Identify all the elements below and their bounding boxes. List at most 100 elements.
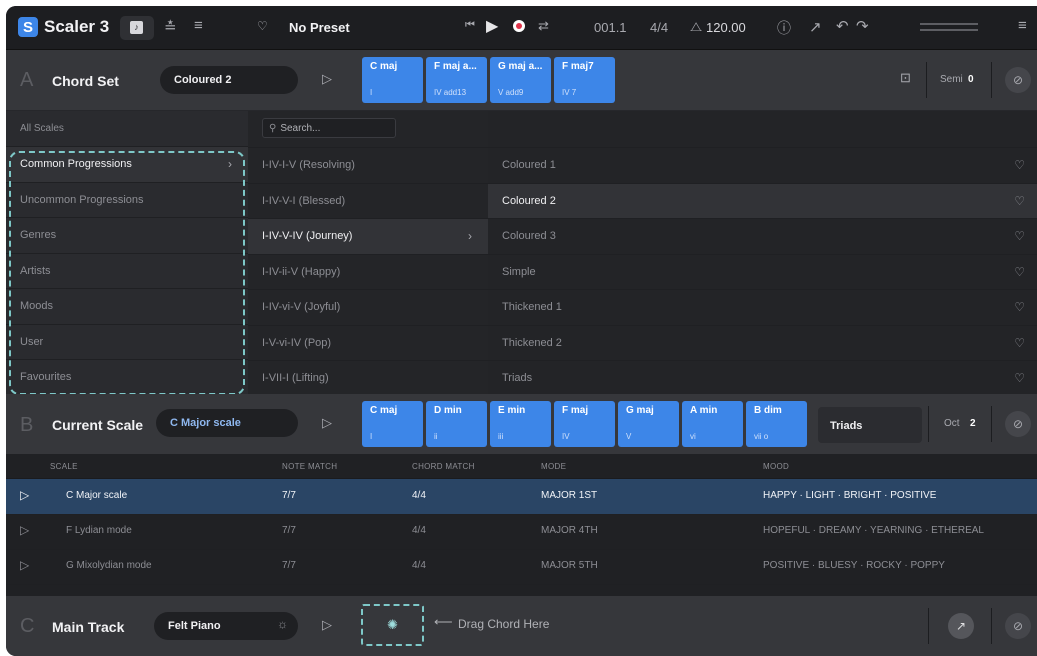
track-play-icon[interactable]: ▷	[322, 617, 332, 633]
instrument-selector[interactable]: Felt Piano ☼	[154, 612, 298, 640]
link-icon[interactable]: ⊘	[1005, 67, 1031, 93]
preset-name[interactable]: No Preset	[289, 20, 350, 35]
record-icon[interactable]	[513, 20, 525, 32]
category-item[interactable]: Common Progressions ›	[6, 147, 248, 183]
favourite-heart-icon[interactable]: ♡	[1014, 194, 1025, 208]
progression-item[interactable]: I-IV-V-I (Blessed)	[248, 184, 488, 219]
main-menu-icon[interactable]: ≡	[1018, 17, 1027, 34]
progression-item[interactable]: I-VII-I (Lifting)	[248, 361, 488, 397]
app-title: Scaler 3	[44, 17, 110, 36]
row-play-icon[interactable]: ▷	[20, 488, 29, 502]
sound-settings-icon[interactable]: ☼	[277, 617, 288, 631]
chord-chip[interactable]: C maj I	[362, 401, 423, 447]
scale-play-icon[interactable]: ▷	[322, 415, 332, 431]
piano-icon[interactable]: ≛	[164, 18, 177, 36]
progression-label: I-IV-V-IV (Journey)	[262, 230, 353, 243]
scale-table: SCALE NOTE MATCH CHORD MATCH MODE MOOD ▷…	[6, 454, 1037, 596]
chord-degree: IV add13	[434, 88, 467, 97]
progression-item[interactable]: I-IV-ii-V (Happy)	[248, 255, 488, 290]
chord-match: 4/4	[412, 490, 426, 501]
time-signature[interactable]: 4/4	[650, 20, 668, 35]
chordset-label: Thickened 1	[502, 301, 562, 314]
chordset-item[interactable]: Coloured 2 ♡	[488, 183, 1037, 219]
unlock-icon[interactable]: ⊡	[900, 70, 911, 86]
tempo-value[interactable]: 120.00	[706, 20, 746, 35]
category-item[interactable]: Artists	[6, 254, 248, 289]
play-icon[interactable]: ▶	[486, 16, 498, 36]
export-arrow-icon[interactable]: ↗	[809, 18, 822, 36]
search-row: ⚲ Search...	[248, 111, 488, 148]
info-icon[interactable]: ⓘ	[777, 18, 791, 38]
oct-value[interactable]: 2	[970, 418, 976, 429]
voicing-selector[interactable]: Triads	[818, 407, 922, 443]
menu-list-icon[interactable]: ≡	[194, 17, 203, 34]
category-item[interactable]: Moods	[6, 289, 248, 325]
progression-item[interactable]: I-IV-V-IV (Journey) ›	[248, 219, 488, 255]
chord-set-title: Chord Set	[52, 73, 119, 89]
category-item[interactable]: Uncommon Progressions	[6, 183, 248, 218]
skip-back-icon[interactable]: ⏮	[465, 19, 475, 32]
scale-selector[interactable]: C Major scale	[156, 409, 298, 437]
chord-name: C maj	[370, 405, 398, 416]
category-item[interactable]: Favourites	[6, 360, 248, 396]
chord-chip[interactable]: G maj V	[618, 401, 679, 447]
favourite-heart-icon[interactable]: ♡	[1014, 371, 1025, 385]
table-row[interactable]: ▷ C Major scale 7/7 4/4 MAJOR 1ST HAPPY · LIG…	[6, 479, 1037, 515]
link-icon[interactable]: ⊘	[1005, 613, 1031, 639]
chord-chip[interactable]: A min vi	[682, 401, 743, 447]
chord-set-selector[interactable]: Coloured 2	[160, 66, 298, 94]
progression-item[interactable]: I-IV-I-V (Resolving)	[248, 148, 488, 184]
export-icon[interactable]: ↗	[948, 613, 974, 639]
link-icon[interactable]: ⊘	[1005, 411, 1031, 437]
chordset-item[interactable]: Coloured 1 ♡	[488, 148, 1037, 184]
chord-chip[interactable]: F maj7 IV 7	[554, 57, 615, 103]
mood: HAPPY · LIGHT · BRIGHT · POSITIVE	[763, 490, 937, 501]
search-input[interactable]: ⚲ Search...	[262, 118, 396, 138]
table-row[interactable]: ▷ G Mixolydian mode 7/7 4/4 MAJOR 5TH POSITIV…	[6, 549, 1037, 585]
chordset-item[interactable]: Coloured 3 ♡	[488, 219, 1037, 255]
progression-item[interactable]: I-V-vi-IV (Pop)	[248, 326, 488, 361]
chordset-item[interactable]: Triads ♡	[488, 361, 1037, 397]
favourite-heart-icon[interactable]: ♡	[1014, 265, 1025, 279]
chord-chip[interactable]: G maj a... V add9	[490, 57, 551, 103]
row-play-icon[interactable]: ▷	[20, 558, 29, 572]
chordset-item[interactable]: Simple ♡	[488, 255, 1037, 290]
chord-suggest-bulb-icon[interactable]: ✺	[361, 604, 424, 646]
browse-view-button[interactable]: ♪	[120, 16, 154, 40]
chordset-item[interactable]: Thickened 2 ♡	[488, 326, 1037, 361]
chord-chip[interactable]: B dim vii o	[746, 401, 807, 447]
chord-chip[interactable]: F maj a... IV add13	[426, 57, 487, 103]
favourite-heart-icon[interactable]: ♡	[1014, 229, 1025, 243]
main-track-title: Main Track	[52, 619, 125, 635]
favourite-heart-icon[interactable]: ♡	[1014, 158, 1025, 172]
metronome-icon[interactable]: ⧍	[690, 19, 702, 35]
chordset-label: Triads	[502, 372, 533, 385]
chord-chip[interactable]: F maj IV	[554, 401, 615, 447]
semi-value[interactable]: 0	[968, 74, 974, 85]
favourite-heart-icon[interactable]: ♡	[1014, 336, 1025, 350]
section-letter-b: B	[20, 414, 34, 436]
progression-label: I-IV-V-I (Blessed)	[262, 194, 346, 207]
progression-item[interactable]: I-IV-vi-V (Joyful)	[248, 290, 488, 326]
chord-degree: vi	[690, 432, 696, 441]
favourite-heart-icon[interactable]: ♡	[1014, 300, 1025, 314]
table-row[interactable]: ▷ F Lydian mode 7/7 4/4 MAJOR 4TH HOPEFUL · D…	[6, 514, 1037, 550]
current-scale-title: Current Scale	[52, 417, 144, 433]
loop-icon[interactable]: ⇄	[538, 18, 549, 34]
chord-chip[interactable]: C maj I	[362, 57, 423, 103]
category-item[interactable]: Genres	[6, 218, 248, 254]
chord-set-play-icon[interactable]: ▷	[322, 71, 332, 87]
scaler-logo-icon: S	[18, 17, 38, 37]
chordset-item[interactable]: Thickened 1 ♡	[488, 290, 1037, 326]
progression-list: I-IV-I-V (Resolving) I-IV-V-I (Blessed) I-…	[248, 148, 488, 397]
chord-name: F maj	[562, 405, 589, 416]
category-item[interactable]: User	[6, 325, 248, 360]
undo-icon[interactable]: ↶	[836, 17, 849, 35]
drag-arrow-icon: ⟵	[434, 614, 453, 629]
redo-icon[interactable]: ↷	[856, 17, 869, 35]
favourite-heart-icon[interactable]: ♡	[257, 19, 268, 33]
chord-chip[interactable]: D min ii	[426, 401, 487, 447]
chord-chip[interactable]: E min iii	[490, 401, 551, 447]
all-scales-header[interactable]: All Scales	[6, 111, 248, 147]
row-play-icon[interactable]: ▷	[20, 523, 29, 537]
